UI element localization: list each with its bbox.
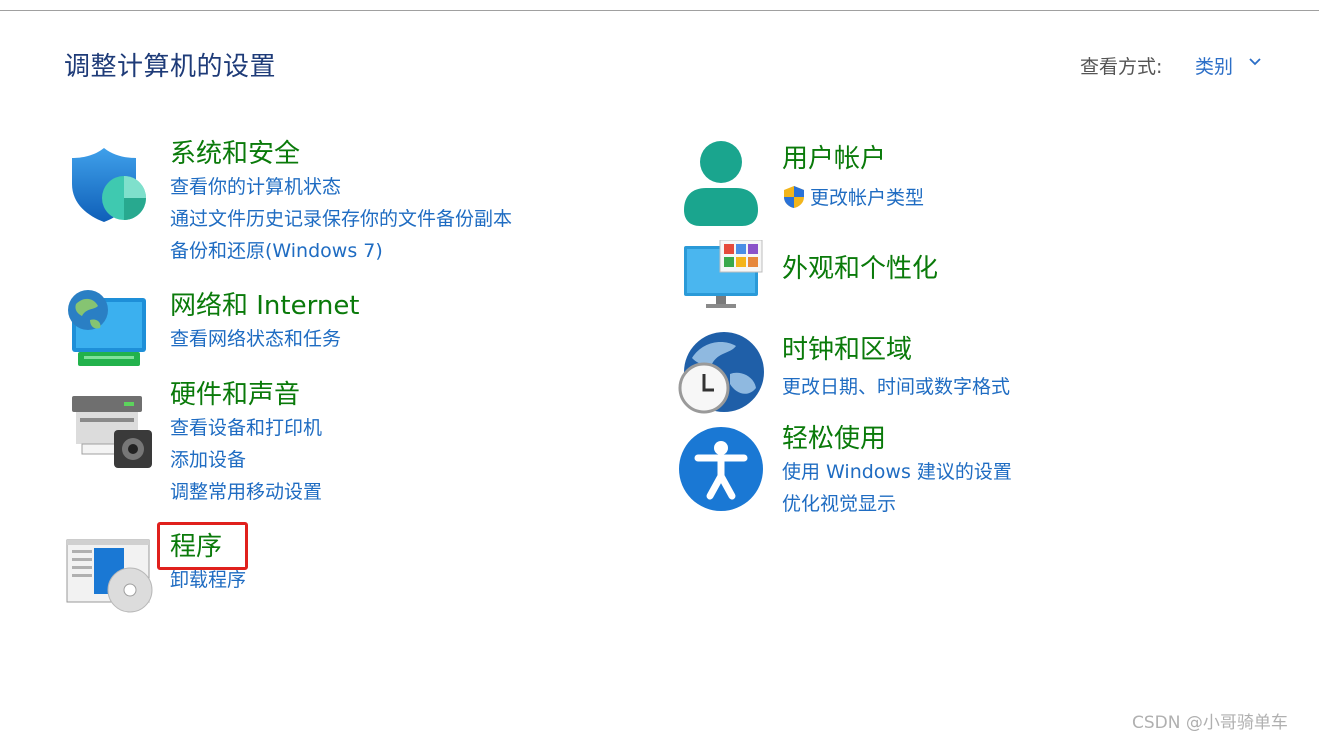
- view-by-dropdown[interactable]: 类别: [1195, 52, 1233, 79]
- accessibility-icon: [679, 427, 763, 511]
- page-title: 调整计算机的设置: [64, 52, 277, 82]
- category-appearance: 外观和个性化: [782, 252, 938, 286]
- appearance-icon: [684, 240, 763, 308]
- link-add-device[interactable]: 添加设备: [170, 444, 322, 476]
- category-title-clock-region[interactable]: 时钟和区域: [782, 333, 1010, 367]
- link-backup-restore[interactable]: 备份和还原(Windows 7): [170, 235, 512, 267]
- link-windows-recommended-settings[interactable]: 使用 Windows 建议的设置: [782, 456, 1012, 488]
- network-icon: [68, 290, 146, 366]
- category-title-ease-of-access[interactable]: 轻松使用: [782, 422, 1012, 456]
- category-ease-of-access: 轻松使用 使用 Windows 建议的设置 优化视觉显示: [782, 422, 1012, 520]
- link-change-account-type[interactable]: 更改帐户类型: [782, 182, 924, 214]
- link-change-account-type-label: 更改帐户类型: [810, 187, 925, 209]
- category-title-user-accounts[interactable]: 用户帐户: [782, 142, 924, 176]
- link-mobility-settings[interactable]: 调整常用移动设置: [170, 476, 322, 508]
- globe-clock-icon: [678, 332, 764, 414]
- link-uninstall-program[interactable]: 卸载程序: [170, 564, 246, 596]
- category-title-system-security[interactable]: 系统和安全: [170, 137, 512, 171]
- view-by-label: 查看方式:: [1080, 56, 1163, 78]
- category-title-programs[interactable]: 程序: [170, 530, 246, 564]
- watermark: CSDN @小哥骑单车: [1132, 713, 1288, 733]
- link-view-computer-status[interactable]: 查看你的计算机状态: [170, 171, 512, 203]
- user-icon: [684, 141, 758, 226]
- category-hardware: 硬件和声音 查看设备和打印机 添加设备 调整常用移动设置: [170, 378, 322, 508]
- link-change-date-time-format[interactable]: 更改日期、时间或数字格式: [782, 371, 1010, 403]
- chevron-down-icon[interactable]: [1249, 58, 1261, 66]
- category-network: 网络和 Internet 查看网络状态和任务: [170, 289, 360, 355]
- category-title-hardware[interactable]: 硬件和声音: [170, 378, 322, 412]
- category-clock-region: 时钟和区域 更改日期、时间或数字格式: [782, 333, 1010, 403]
- category-programs: 程序 卸载程序: [170, 530, 246, 596]
- category-system-security: 系统和安全 查看你的计算机状态 通过文件历史记录保存你的文件备份副本 备份和还原…: [170, 137, 512, 267]
- top-divider: [0, 10, 1319, 11]
- link-devices-printers[interactable]: 查看设备和打印机: [170, 412, 322, 444]
- link-file-history-backup[interactable]: 通过文件历史记录保存你的文件备份副本: [170, 203, 512, 235]
- printer-icon: [72, 396, 152, 468]
- uac-shield-icon: [784, 186, 804, 208]
- shield-icon: [72, 148, 146, 222]
- link-optimize-visual-display[interactable]: 优化视觉显示: [782, 488, 1012, 520]
- link-network-status[interactable]: 查看网络状态和任务: [170, 323, 360, 355]
- programs-icon: [66, 539, 153, 613]
- category-user-accounts: 用户帐户 更改帐户类型: [782, 142, 924, 214]
- category-title-appearance[interactable]: 外观和个性化: [782, 252, 938, 286]
- category-title-network[interactable]: 网络和 Internet: [170, 289, 360, 323]
